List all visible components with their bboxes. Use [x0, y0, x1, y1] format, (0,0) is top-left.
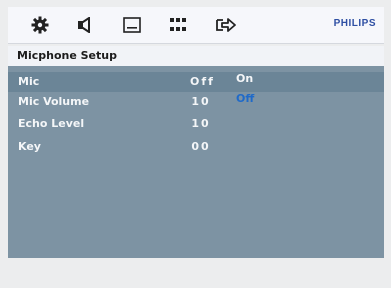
setting-value: 10: [191, 117, 211, 130]
subtitle-icon[interactable]: [118, 13, 146, 37]
setting-value: Off: [190, 75, 215, 88]
setting-label: Key: [18, 140, 41, 153]
exit-icon[interactable]: [212, 13, 240, 37]
speaker-icon[interactable]: [72, 13, 100, 37]
setting-label: Mic Volume: [18, 95, 90, 108]
brand-logo: PHILIPS: [333, 18, 376, 29]
page-title: Micphone Setup: [17, 49, 117, 62]
option-on[interactable]: On: [236, 72, 253, 85]
setting-row-mic[interactable]: Mic Off: [8, 72, 384, 92]
setting-label: Mic: [18, 75, 40, 88]
top-toolbar: PHILIPS: [8, 7, 384, 44]
section-header: Micphone Setup: [8, 46, 384, 66]
setting-row-mic-volume[interactable]: Mic Volume 10: [8, 92, 384, 112]
settings-panel: Mic Off Mic Volume 10 Echo Level 10 Key …: [8, 66, 384, 258]
setting-value: 10: [191, 95, 211, 108]
setting-value: 00: [191, 140, 211, 153]
setting-row-echo-level[interactable]: Echo Level 10: [8, 114, 384, 134]
settings-gear-icon[interactable]: [26, 13, 54, 37]
setting-row-key[interactable]: Key 00: [8, 137, 384, 157]
setting-label: Echo Level: [18, 117, 85, 130]
option-off-selected[interactable]: Off: [236, 92, 254, 105]
grid-icon[interactable]: [164, 13, 192, 37]
